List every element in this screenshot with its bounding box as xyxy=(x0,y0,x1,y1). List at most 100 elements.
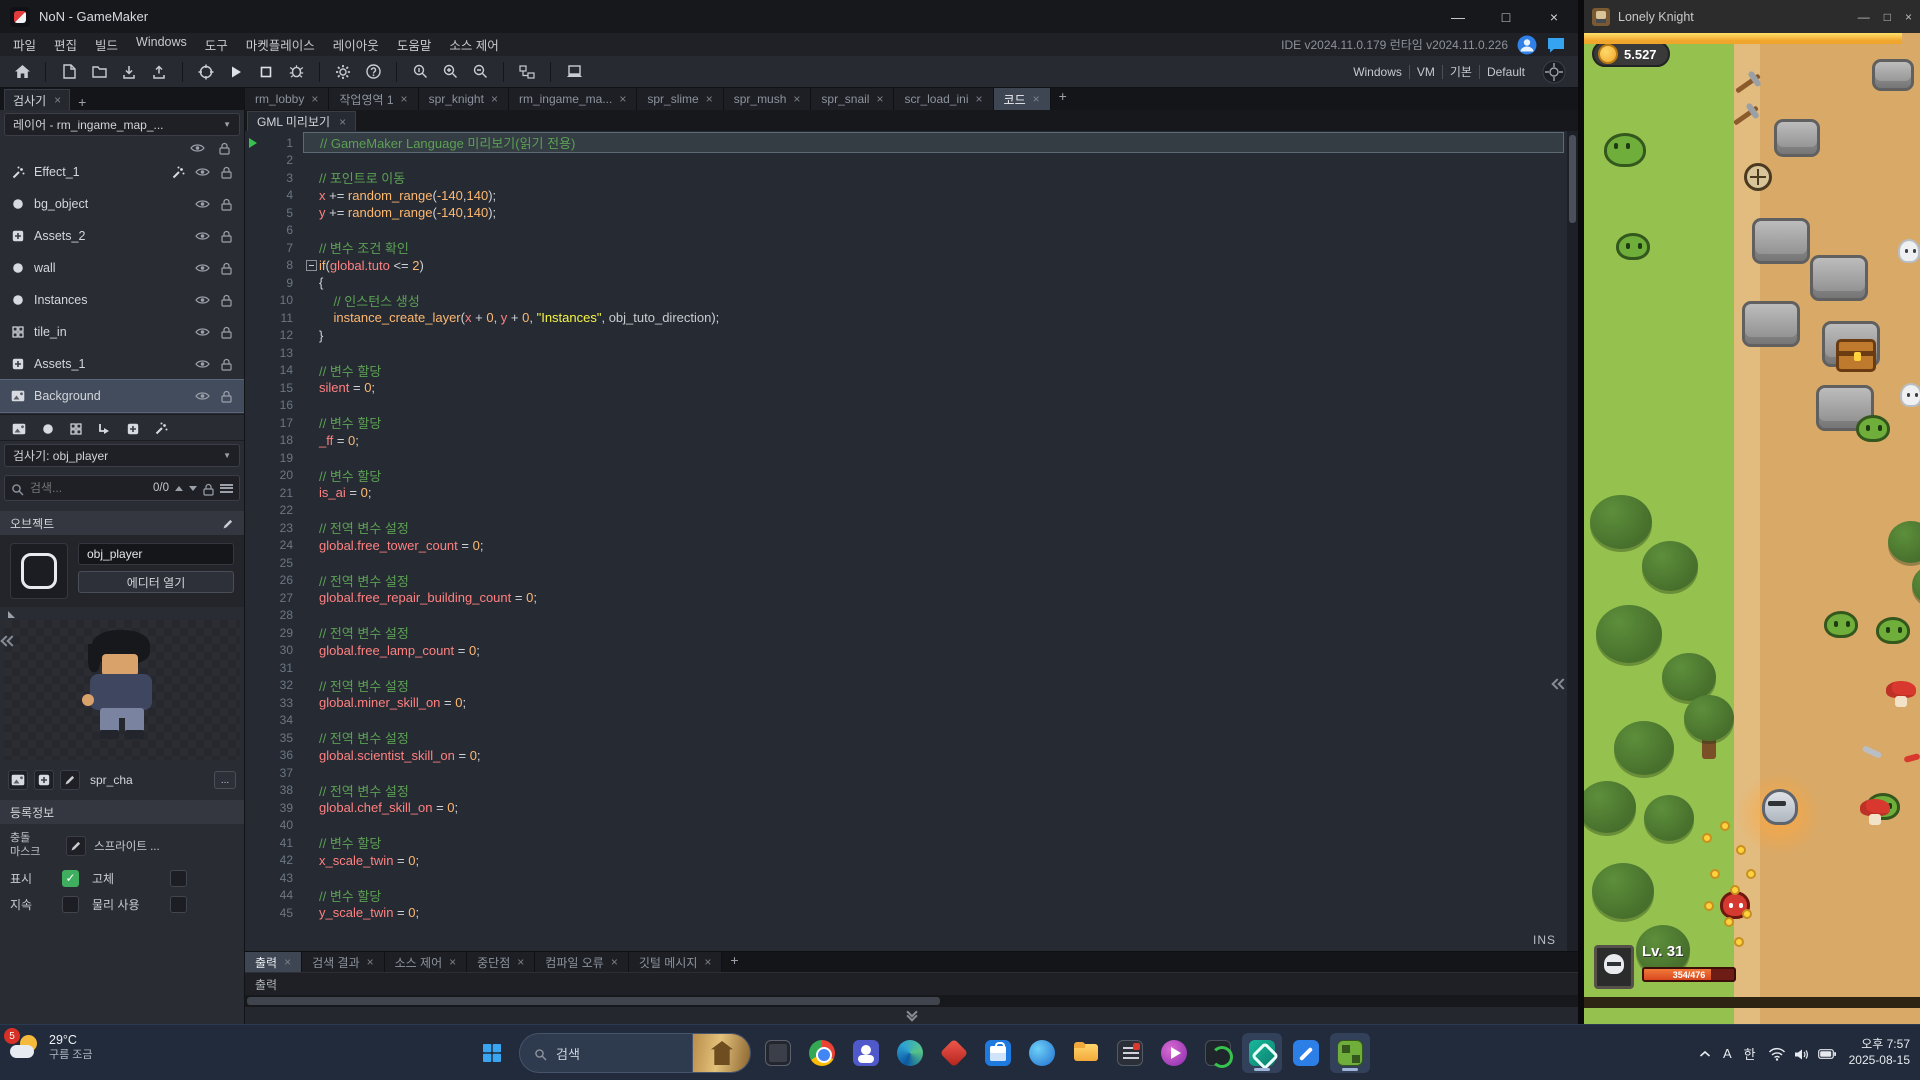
tray-overflow-icon[interactable] xyxy=(1699,1046,1711,1061)
lock-icon[interactable] xyxy=(218,294,234,307)
editor-tab-코드[interactable]: 코드× xyxy=(994,88,1051,110)
code-line[interactable]: 22 xyxy=(245,502,1578,520)
menu-item-도구[interactable]: 도구 xyxy=(196,35,237,54)
search-prev-icon[interactable] xyxy=(175,486,183,491)
prop-checkbox-지속[interactable] xyxy=(62,896,79,913)
close-tab-icon[interactable]: × xyxy=(367,955,374,969)
close-tab-icon[interactable]: × xyxy=(706,92,713,106)
prop-checkbox-물리 사용[interactable] xyxy=(170,896,187,913)
editor-tab-spr_slime[interactable]: spr_slime× xyxy=(637,88,723,110)
code-line[interactable]: 1// GameMaker Language 미리보기(읽기 전용) xyxy=(245,134,1578,152)
tray-status-icons[interactable] xyxy=(1768,1045,1837,1061)
open-project-button[interactable] xyxy=(85,59,113,85)
collapse-triangle-icon[interactable] xyxy=(8,611,15,618)
add-effect-layer-icon[interactable] xyxy=(155,420,168,435)
maximize-button[interactable]: □ xyxy=(1884,10,1891,24)
visibility-eye-icon[interactable] xyxy=(194,391,210,401)
editor-tab-spr_snail[interactable]: spr_snail× xyxy=(811,88,894,110)
vertical-scrollbar[interactable] xyxy=(1567,131,1578,951)
taskbar-app-chrome[interactable] xyxy=(802,1033,842,1073)
room-order-button[interactable] xyxy=(513,59,541,85)
close-tab-icon[interactable]: × xyxy=(284,955,291,969)
menu-item-파일[interactable]: 파일 xyxy=(4,35,45,54)
code-line[interactable]: 15silent = 0; xyxy=(245,379,1578,397)
taskbar-app-gem[interactable] xyxy=(934,1033,974,1073)
editor-tab-rm_lobby[interactable]: rm_lobby× xyxy=(245,88,329,110)
output-tab-중단점[interactable]: 중단점× xyxy=(467,952,535,972)
close-tab-icon[interactable]: × xyxy=(619,92,626,106)
stop-button[interactable] xyxy=(252,59,280,85)
code-line[interactable]: 20// 변수 할당 xyxy=(245,467,1578,485)
import-project-button[interactable] xyxy=(115,59,143,85)
new-tab-button[interactable]: + xyxy=(722,952,746,972)
export-project-button[interactable] xyxy=(145,59,173,85)
zoom-in-button[interactable] xyxy=(436,59,464,85)
taskbar-app-notepad[interactable] xyxy=(1110,1033,1150,1073)
lock-icon[interactable] xyxy=(218,230,234,243)
code-line[interactable]: 35// 전역 변수 설정 xyxy=(245,729,1578,747)
code-line[interactable]: 26// 전역 변수 설정 xyxy=(245,572,1578,590)
run-button[interactable] xyxy=(222,59,250,85)
close-tab-icon[interactable]: × xyxy=(311,92,318,106)
close-tab-icon[interactable]: × xyxy=(1033,92,1040,106)
code-line[interactable]: 45y_scale_twin = 0; xyxy=(245,904,1578,922)
close-tab-icon[interactable]: × xyxy=(449,955,456,969)
tab-gml-preview[interactable]: GML 미리보기 × xyxy=(247,111,356,131)
taskbar-app-gamemaker[interactable] xyxy=(1242,1033,1282,1073)
visibility-eye-icon[interactable] xyxy=(194,327,210,337)
menu-item-빌드[interactable]: 빌드 xyxy=(86,35,127,54)
close-tab-icon[interactable]: × xyxy=(976,92,983,106)
close-tab-icon[interactable]: × xyxy=(491,92,498,106)
new-tab-button[interactable]: + xyxy=(1051,88,1075,110)
mask-edit-icon[interactable] xyxy=(66,836,86,856)
minimize-button[interactable]: — xyxy=(1434,0,1482,33)
code-line[interactable]: 29// 전역 변수 설정 xyxy=(245,624,1578,642)
code-line[interactable]: 10 // 인스턴스 생성 xyxy=(245,292,1578,310)
object-name-field[interactable]: obj_player xyxy=(78,543,234,565)
menu-item-편집[interactable]: 편집 xyxy=(45,35,86,54)
editor-tab-scr_load_ini[interactable]: scr_load_ini× xyxy=(894,88,993,110)
code-line[interactable]: 4x += random_range(-140,140); xyxy=(245,187,1578,205)
code-line[interactable]: 9{ xyxy=(245,274,1578,292)
output-tab-검색 결과[interactable]: 검색 결과× xyxy=(302,952,385,972)
code-line[interactable]: 11 instance_create_layer(x + 0, y + 0, "… xyxy=(245,309,1578,327)
close-tab-icon[interactable]: × xyxy=(793,92,800,106)
close-tab-icon[interactable]: × xyxy=(704,955,711,969)
code-line[interactable]: 36global.scientist_skill_on = 0; xyxy=(245,747,1578,765)
taskbar-app-edge-blue[interactable] xyxy=(1022,1033,1062,1073)
target-option[interactable]: VM xyxy=(1410,65,1442,79)
taskbar-app-dev[interactable] xyxy=(1198,1033,1238,1073)
code-line[interactable]: 18_ff = 0; xyxy=(245,432,1578,450)
scrollbar-thumb[interactable] xyxy=(1569,135,1576,223)
menu-item-Windows[interactable]: Windows xyxy=(127,35,196,54)
target-config-icon[interactable] xyxy=(1542,60,1566,84)
new-project-button[interactable] xyxy=(55,59,83,85)
sprite-edit-icon[interactable] xyxy=(34,770,54,790)
ime-latin-indicator[interactable]: A xyxy=(1723,1046,1732,1061)
close-tab-icon[interactable]: × xyxy=(517,955,524,969)
search-menu-icon[interactable] xyxy=(220,484,233,493)
output-tab-깃털 메시지[interactable]: 깃털 메시지× xyxy=(629,952,723,972)
code-line[interactable]: 6 xyxy=(245,222,1578,240)
weather-widget[interactable]: 5 29°C 구름 조금 xyxy=(10,1033,93,1063)
game-title-bar[interactable]: Lonely Knight — □ × xyxy=(1584,0,1920,33)
layer-row-bg_object[interactable]: bg_object xyxy=(0,188,244,220)
visibility-eye-icon[interactable] xyxy=(194,199,210,209)
feedback-chat-icon[interactable] xyxy=(1546,36,1566,54)
scrollbar-thumb[interactable] xyxy=(247,997,940,1005)
editor-tab-작업영역 1[interactable]: 작업영역 1× xyxy=(329,88,418,110)
code-line[interactable]: 21is_ai = 0; xyxy=(245,484,1578,502)
code-line[interactable]: 27global.free_repair_building_count = 0; xyxy=(245,589,1578,607)
output-tab-소스 제어[interactable]: 소스 제어× xyxy=(385,952,468,972)
output-log[interactable]: 출력 xyxy=(245,972,1578,995)
code-line[interactable]: 12} xyxy=(245,327,1578,345)
code-line[interactable]: 39global.chef_skill_on = 0; xyxy=(245,799,1578,817)
code-line[interactable]: 23// 전역 변수 설정 xyxy=(245,519,1578,537)
sprite-pencil-icon[interactable] xyxy=(60,770,80,790)
maximize-button[interactable]: □ xyxy=(1482,0,1530,33)
menu-item-레이아웃[interactable]: 레이아웃 xyxy=(324,35,388,54)
add-tile-layer-icon[interactable] xyxy=(70,420,82,435)
game-viewport[interactable]: 5.527 Lv. 31 354/476 xyxy=(1584,33,1920,1024)
code-line[interactable]: 14// 변수 할당 xyxy=(245,362,1578,380)
target-option[interactable]: Default xyxy=(1480,65,1532,79)
